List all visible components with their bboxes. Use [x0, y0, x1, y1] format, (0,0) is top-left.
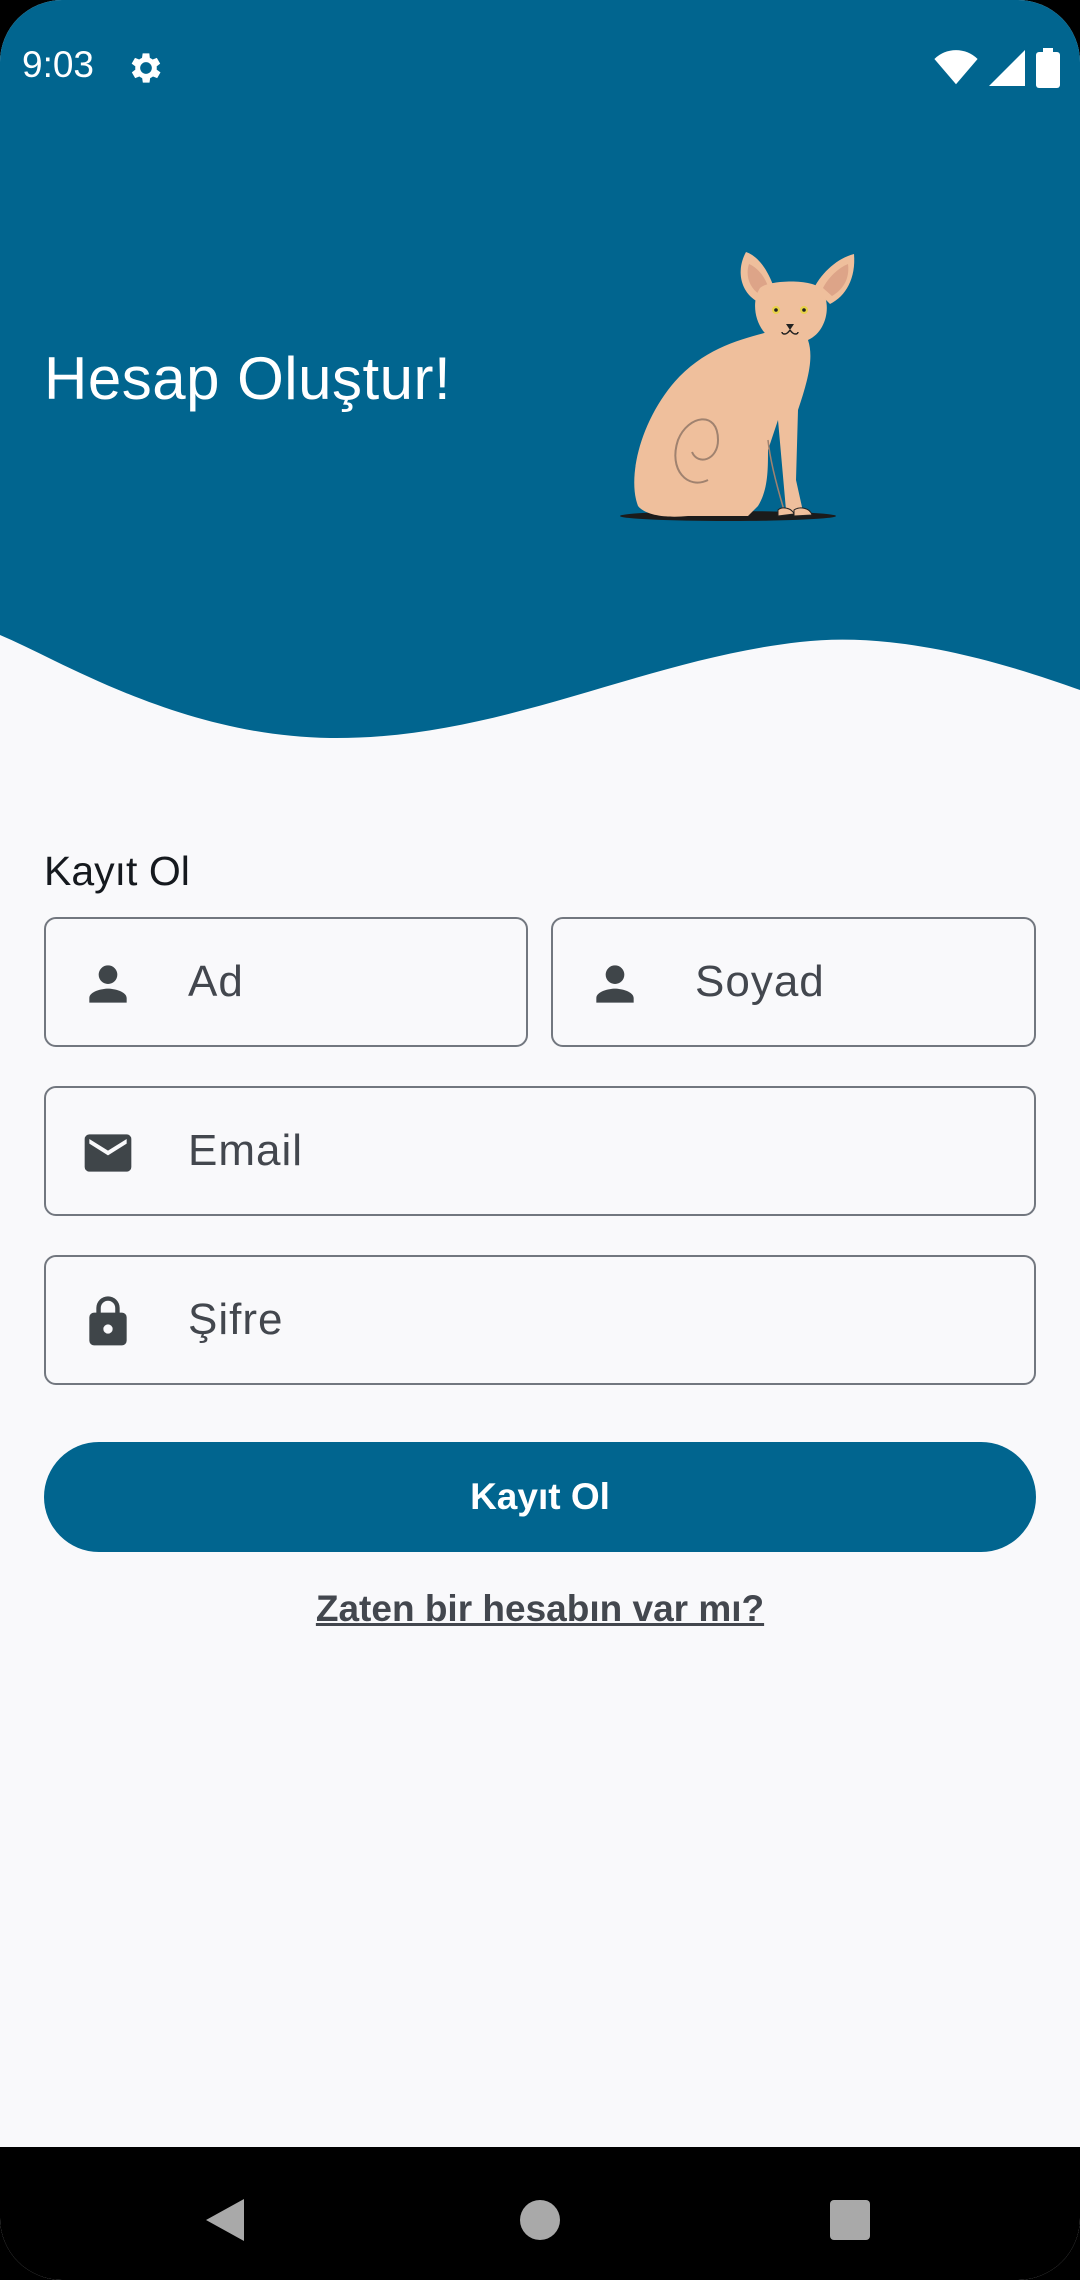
- lock-icon: [89, 1296, 127, 1346]
- navigation-bar: [0, 2147, 1080, 2280]
- person-icon: [89, 965, 127, 1003]
- back-icon[interactable]: [146, 2147, 306, 2280]
- status-icons: [934, 48, 1060, 88]
- battery-icon: [1036, 48, 1060, 88]
- email-input[interactable]: [188, 1088, 1016, 1214]
- signal-icon: [989, 50, 1025, 86]
- email-field[interactable]: [44, 1086, 1036, 1216]
- settings-gear-icon: [131, 53, 161, 83]
- login-link[interactable]: Zaten bir hesabın var mı?: [0, 1588, 1080, 1630]
- cat-illustration: [620, 252, 855, 521]
- first-name-input[interactable]: [188, 919, 508, 1045]
- password-field[interactable]: [44, 1255, 1036, 1385]
- person-icon: [596, 965, 634, 1003]
- recents-icon[interactable]: [770, 2147, 930, 2280]
- register-screen: 9:03 Hesap Oluştur! Kayıt Ol Ad Soyad Em…: [0, 0, 1080, 2280]
- page-title: Hesap Oluştur!: [44, 345, 452, 412]
- mail-icon: [84, 1134, 132, 1172]
- password-input[interactable]: [188, 1257, 1016, 1383]
- home-icon[interactable]: [460, 2147, 620, 2280]
- wifi-icon: [934, 50, 978, 85]
- status-bar: 9:03: [0, 0, 1080, 136]
- register-button[interactable]: Kayıt Ol: [44, 1442, 1036, 1552]
- first-name-field[interactable]: [44, 917, 528, 1047]
- section-title: Kayıt Ol: [44, 848, 190, 894]
- last-name-input[interactable]: [695, 919, 1016, 1045]
- status-time: 9:03: [22, 44, 95, 85]
- last-name-field[interactable]: [551, 917, 1036, 1047]
